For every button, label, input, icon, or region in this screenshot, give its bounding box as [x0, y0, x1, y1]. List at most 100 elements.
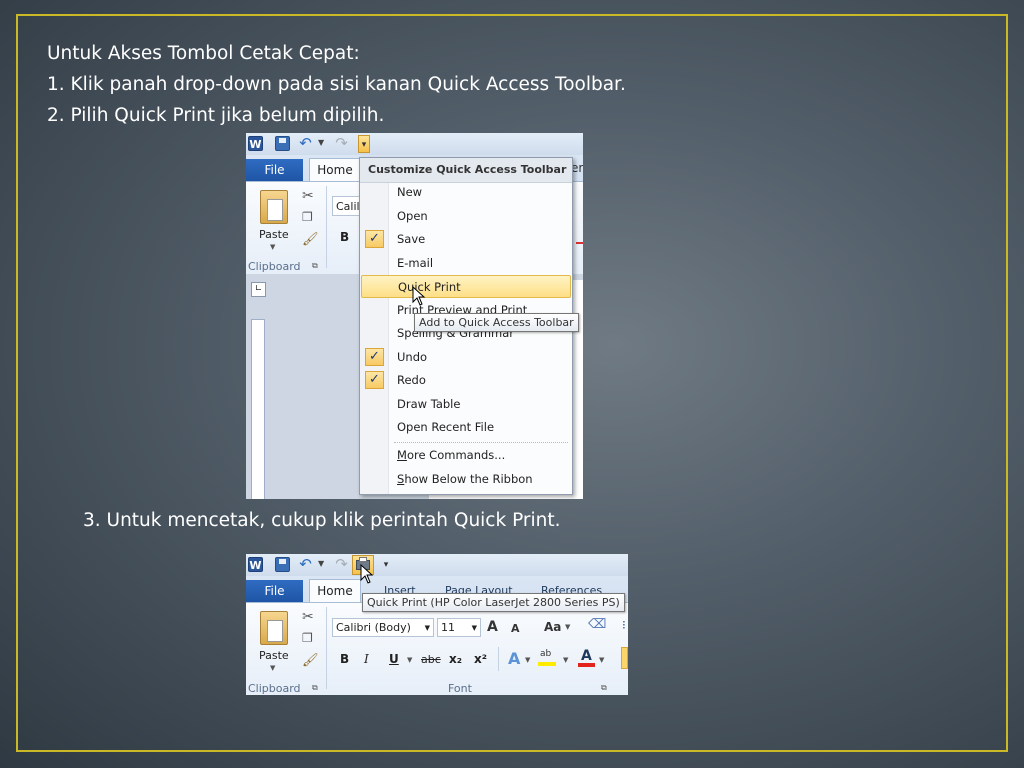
menu-item-label: Redo: [397, 373, 426, 387]
cut-icon[interactable]: ✂: [302, 188, 314, 204]
chevron-down-icon[interactable]: ▼: [563, 656, 568, 664]
chevron-down-icon[interactable]: ▼: [407, 656, 412, 664]
font-color-icon[interactable]: A: [578, 648, 596, 668]
tab-home[interactable]: Home: [309, 158, 361, 181]
menu-item-label: Save: [397, 232, 426, 246]
quick-print-tooltip: Quick Print (HP Color LaserJet 2800 Seri…: [362, 593, 625, 612]
menu-item-label: Undo: [397, 350, 428, 364]
menu-item-label: Open: [397, 209, 428, 223]
undo-dropdown-icon[interactable]: ▼: [318, 559, 324, 568]
font-size-dropdown[interactable]: 11 ▼: [437, 618, 481, 637]
bold-button[interactable]: B: [340, 230, 349, 244]
vertical-ruler: [251, 319, 265, 499]
clear-formatting-icon[interactable]: ⌫: [588, 617, 606, 632]
chevron-down-icon: ▼: [471, 624, 477, 632]
slide-instructions: Untuk Akses Tombol Cetak Cepat: 1. Klik …: [47, 38, 626, 131]
chevron-down-icon: ▼: [424, 624, 430, 632]
save-icon[interactable]: [275, 557, 290, 572]
tab-home[interactable]: Home: [309, 579, 361, 602]
instruction-line-1: Untuk Akses Tombol Cetak Cepat:: [47, 43, 360, 64]
add-to-qat-tooltip: Add to Quick Access Toolbar: [414, 313, 579, 332]
redo-icon[interactable]: ↷: [334, 136, 349, 151]
tab-file[interactable]: File: [246, 159, 303, 181]
format-painter-icon[interactable]: 🖌: [302, 232, 319, 247]
italic-button[interactable]: I: [364, 652, 369, 666]
menu-item-label: Draw Table: [397, 397, 461, 411]
copy-icon[interactable]: ❐: [302, 631, 313, 645]
check-icon: ✓: [365, 371, 384, 389]
menu-item-label: Quick Print: [398, 280, 461, 294]
clipboard-group-label: Clipboard: [248, 260, 301, 273]
menu-item-new[interactable]: New: [361, 181, 571, 204]
paste-icon[interactable]: [260, 190, 288, 224]
menu-item-save[interactable]: ✓ Save: [361, 228, 571, 251]
font-name-dropdown[interactable]: Calibri (Body) ▼: [332, 618, 434, 637]
paste-label[interactable]: Paste: [259, 649, 289, 662]
highlight-color-icon[interactable]: ab: [538, 649, 558, 667]
undo-icon[interactable]: ↶: [298, 557, 313, 572]
clipboard-launcher-icon[interactable]: ⧉: [312, 683, 318, 693]
shrink-font-button[interactable]: A: [511, 622, 520, 635]
change-case-button[interactable]: Aa: [544, 620, 561, 634]
tab-file[interactable]: File: [246, 580, 303, 602]
customize-qat-dropdown-button[interactable]: ▾: [358, 135, 370, 153]
undo-dropdown-icon[interactable]: ▼: [318, 138, 324, 147]
menu-item-undo[interactable]: ✓ Undo: [361, 346, 571, 369]
instruction-line-3: 2. Pilih Quick Print jika belum dipilih.: [47, 105, 385, 126]
strikethrough-button[interactable]: abc: [421, 653, 441, 666]
printer-paper: [359, 557, 367, 562]
menu-header: Customize Quick Access Toolbar: [360, 158, 572, 183]
menu-item-label: New: [397, 185, 423, 199]
quick-access-toolbar: W ↶ ▼ ↷ ▾: [246, 554, 628, 576]
ruler-corner-button[interactable]: ∟: [251, 282, 266, 297]
menu-item-draw-table[interactable]: Draw Table: [361, 393, 571, 416]
redo-icon[interactable]: ↷: [334, 557, 349, 572]
customize-qat-dropdown-button[interactable]: ▾: [380, 556, 392, 574]
menu-item-label: Open Recent File: [397, 420, 495, 434]
menu-item-redo[interactable]: ✓ Redo: [361, 369, 571, 392]
font-dialog-launcher-icon[interactable]: ⧉: [601, 683, 607, 693]
bold-button[interactable]: B: [340, 652, 349, 666]
copy-icon[interactable]: ❐: [302, 210, 313, 224]
menu-item-open[interactable]: Open: [361, 205, 571, 228]
ribbon-home: Paste ▼ ✂ ❐ 🖌 Clipboard ⧉ Calibri (Body)…: [246, 602, 628, 695]
font-size-value: 11: [441, 621, 455, 634]
underline-button[interactable]: U: [389, 652, 399, 666]
subscript-button[interactable]: x₂: [449, 652, 462, 666]
menu-item-show-below-ribbon[interactable]: Show Below the Ribbon: [361, 468, 571, 491]
word-screenshot-ribbon: W ↶ ▼ ↷ ▾ File Home Insert Page Layout R…: [246, 554, 628, 695]
word-screenshot-menu: W ↶ ▼ ↷ ▾ File Home er Paste ▼ ✂ ❐ 🖌 Cal…: [246, 133, 583, 499]
check-icon: ✓: [365, 348, 384, 366]
menu-item-quick-print[interactable]: Quick Print: [361, 275, 571, 298]
format-separator: [498, 647, 499, 671]
group-separator: [326, 607, 327, 689]
instruction-step-3: 3. Untuk mencetak, cukup klik perintah Q…: [83, 510, 561, 531]
cut-icon[interactable]: ✂: [302, 609, 314, 625]
menu-item-more-commands[interactable]: More Commands...: [361, 444, 571, 467]
format-painter-icon[interactable]: 🖌: [302, 653, 319, 668]
grow-font-button[interactable]: A: [487, 619, 498, 635]
superscript-button[interactable]: x²: [474, 652, 487, 666]
bullets-partial-icon[interactable]: ⁝: [622, 618, 626, 632]
font-name-value: Calibri (Body): [336, 621, 411, 634]
chevron-down-icon[interactable]: ▼: [525, 656, 530, 664]
clipboard-launcher-icon[interactable]: ⧉: [312, 261, 318, 271]
ribbon-right-partial: [621, 647, 628, 669]
instruction-line-2: 1. Klik panah drop-down pada sisi kanan …: [47, 74, 626, 95]
chevron-down-icon[interactable]: ▼: [565, 623, 570, 631]
paste-icon[interactable]: [260, 611, 288, 645]
paste-dropdown-icon[interactable]: ▼: [270, 664, 275, 672]
paste-label[interactable]: Paste: [259, 228, 289, 241]
menu-item-email[interactable]: E-mail: [361, 252, 571, 275]
save-icon[interactable]: [275, 136, 290, 151]
paste-dropdown-icon[interactable]: ▼: [270, 243, 275, 251]
quick-access-toolbar: W ↶ ▼ ↷ ▾: [246, 133, 583, 155]
clipboard-group-label: Clipboard: [248, 682, 301, 695]
undo-icon[interactable]: ↶: [298, 136, 313, 151]
font-name-partial-field[interactable]: Calil: [332, 196, 362, 216]
menu-item-open-recent-file[interactable]: Open Recent File: [361, 416, 571, 439]
chevron-down-icon[interactable]: ▼: [599, 656, 604, 664]
menu-item-label: ore Commands...: [406, 448, 506, 462]
text-effects-icon[interactable]: A: [508, 649, 520, 668]
group-separator: [326, 186, 327, 268]
